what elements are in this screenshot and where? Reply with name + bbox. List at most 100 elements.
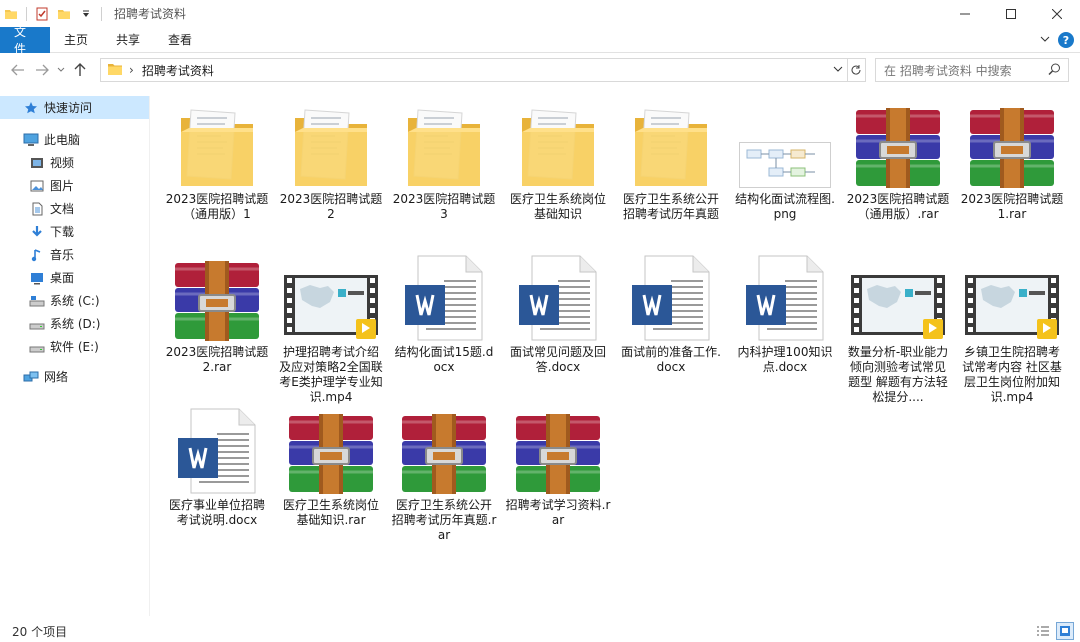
file-item[interactable]: 护理招聘考试介绍及应对策略2全国联考E类护理学专业知识.mp4: [278, 255, 384, 405]
drive-icon: [28, 339, 46, 355]
help-button[interactable]: ?: [1058, 32, 1074, 48]
file-item[interactable]: 医疗卫生系统岗位基础知识.rar: [278, 408, 384, 558]
file-name: 结构化面试流程图.png: [735, 192, 835, 221]
sidebar-item-label: 视频: [50, 156, 75, 170]
sidebar-item-label: 图片: [50, 179, 75, 193]
file-item[interactable]: 面试常见问题及回答.docx: [505, 255, 611, 405]
details-view-button[interactable]: [1034, 622, 1052, 640]
forward-button[interactable]: [30, 58, 54, 82]
word-document-icon: [169, 408, 265, 494]
sidebar-item-label: 快速访问: [44, 101, 93, 115]
image-file-icon: [737, 102, 833, 188]
search-placeholder: 在 招聘考试资料 中搜索: [884, 63, 1012, 78]
sidebar-item-label: 软件 (E:): [50, 340, 99, 354]
minimize-button[interactable]: [942, 0, 988, 27]
file-item[interactable]: 医疗事业单位招聘考试说明.docx: [164, 408, 270, 558]
file-item[interactable]: 医疗卫生系统公开招聘考试历年真题.rar: [391, 408, 497, 558]
sidebar-item-label: 音乐: [50, 248, 75, 262]
tab-view[interactable]: 查看: [154, 27, 206, 53]
sidebar-item-drive-c[interactable]: 系统 (C:): [0, 289, 149, 312]
word-document-icon: [737, 255, 833, 341]
sidebar-item-label: 桌面: [50, 271, 75, 285]
file-item[interactable]: 2023医院招聘试题（通用版）1: [164, 102, 270, 252]
address-bar[interactable]: › 招聘考试资料: [100, 58, 848, 82]
file-name: 2023医院招聘试题（通用版）1: [165, 192, 269, 221]
back-button[interactable]: [6, 58, 30, 82]
download-icon: [28, 224, 46, 240]
file-item[interactable]: 数量分析-职业能力倾向测验考试常见题型 解题有方法轻松提分....: [845, 255, 951, 405]
sidebar-item-label: 此电脑: [44, 133, 81, 147]
toolbar-divider: [101, 6, 102, 21]
up-button[interactable]: [68, 58, 92, 82]
sidebar-item-label: 文档: [50, 202, 75, 216]
file-item[interactable]: 医疗卫生系统公开招聘考试历年真题: [618, 102, 724, 252]
folder-icon: [107, 62, 123, 79]
sidebar-item-drive-d[interactable]: 系统 (D:): [0, 312, 149, 335]
file-name: 面试常见问题及回答.docx: [509, 345, 606, 374]
ribbon-right-controls: ?: [1040, 27, 1074, 53]
sidebar-item-network[interactable]: 网络: [0, 365, 149, 388]
large-icons-view-button[interactable]: [1056, 622, 1074, 640]
file-item[interactable]: 内科护理100知识点.docx: [732, 255, 838, 405]
file-item[interactable]: 医疗卫生系统岗位基础知识: [505, 102, 611, 252]
refresh-button[interactable]: [846, 58, 866, 82]
file-item[interactable]: 招聘考试学习资料.rar: [505, 408, 611, 558]
search-icon: [1048, 63, 1061, 79]
file-name: 2023医院招聘试题3: [392, 192, 496, 221]
sidebar-item-videos[interactable]: 视频: [0, 151, 149, 174]
star-icon: [22, 100, 40, 116]
file-name: 医疗卫生系统公开招聘考试历年真题.rar: [391, 498, 497, 542]
folder-icon: [169, 102, 265, 188]
tab-file[interactable]: 文件: [0, 25, 50, 56]
file-name: 护理招聘考试介绍及应对策略2全国联考E类护理学专业知识.mp4: [279, 345, 383, 404]
file-item[interactable]: 2023医院招聘试题1.rar: [959, 102, 1065, 252]
word-document-icon: [623, 255, 719, 341]
file-item[interactable]: 2023医院招聘试题2: [278, 102, 384, 252]
rar-archive-icon: [510, 408, 606, 494]
expand-ribbon-icon[interactable]: [1040, 33, 1050, 47]
toolbar-divider: [26, 6, 27, 21]
sidebar-item-desktop[interactable]: 桌面: [0, 266, 149, 289]
tab-home[interactable]: 主页: [50, 27, 102, 53]
desktop-icon: [28, 270, 46, 286]
file-name: 2023医院招聘试题2: [279, 192, 383, 221]
breadcrumb[interactable]: 招聘考试资料: [142, 62, 214, 79]
search-input[interactable]: 在 招聘考试资料 中搜索: [875, 58, 1069, 82]
file-name: 招聘考试学习资料.rar: [505, 498, 611, 527]
address-row: › 招聘考试资料 在 招聘考试资料 中搜索: [0, 53, 1080, 87]
close-button[interactable]: [1034, 0, 1080, 27]
file-name: 医疗事业单位招聘考试说明.docx: [168, 498, 265, 527]
file-item[interactable]: 面试前的准备工作.docx: [618, 255, 724, 405]
file-name: 数量分析-职业能力倾向测验考试常见题型 解题有方法轻松提分....: [847, 345, 949, 404]
sidebar-item-quick-access[interactable]: 快速访问: [0, 96, 149, 119]
sidebar-item-downloads[interactable]: 下载: [0, 220, 149, 243]
file-name: 医疗卫生系统岗位基础知识.rar: [282, 498, 379, 527]
maximize-button[interactable]: [988, 0, 1034, 27]
rar-archive-icon: [850, 102, 946, 188]
folder-icon: [510, 102, 606, 188]
ribbon-tabs: 文件 主页 共享 查看 ?: [0, 25, 1080, 56]
file-item[interactable]: 结构化面试流程图.png: [732, 102, 838, 252]
folder-icon: [396, 102, 492, 188]
sidebar-item-drive-e[interactable]: 软件 (E:): [0, 335, 149, 358]
sidebar-item-documents[interactable]: 文档: [0, 197, 149, 220]
recent-locations-button[interactable]: [54, 58, 68, 82]
item-count: 20 个项目: [12, 624, 68, 639]
file-item[interactable]: 2023医院招聘试题（通用版）.rar: [845, 102, 951, 252]
file-item[interactable]: 结构化面试15题.docx: [391, 255, 497, 405]
tab-share[interactable]: 共享: [102, 27, 154, 53]
chevron-down-icon[interactable]: [833, 63, 843, 77]
file-item[interactable]: 2023医院招聘试题3: [391, 102, 497, 252]
sidebar-item-this-pc[interactable]: 此电脑: [0, 128, 149, 151]
file-name: 2023医院招聘试题（通用版）.rar: [846, 192, 950, 221]
file-name: 医疗卫生系统公开招聘考试历年真题: [622, 192, 719, 221]
customize-toolbar-icon[interactable]: [75, 0, 97, 27]
pictures-icon: [28, 178, 46, 194]
rar-archive-icon: [396, 408, 492, 494]
rar-archive-icon: [169, 255, 265, 341]
file-item[interactable]: 2023医院招聘试题2.rar: [164, 255, 270, 405]
sidebar-item-pictures[interactable]: 图片: [0, 174, 149, 197]
sidebar-item-music[interactable]: 音乐: [0, 243, 149, 266]
file-item[interactable]: 乡镇卫生院招聘考试常考内容 社区基层卫生岗位附加知识.mp4: [959, 255, 1065, 405]
new-folder-icon[interactable]: [53, 0, 75, 27]
